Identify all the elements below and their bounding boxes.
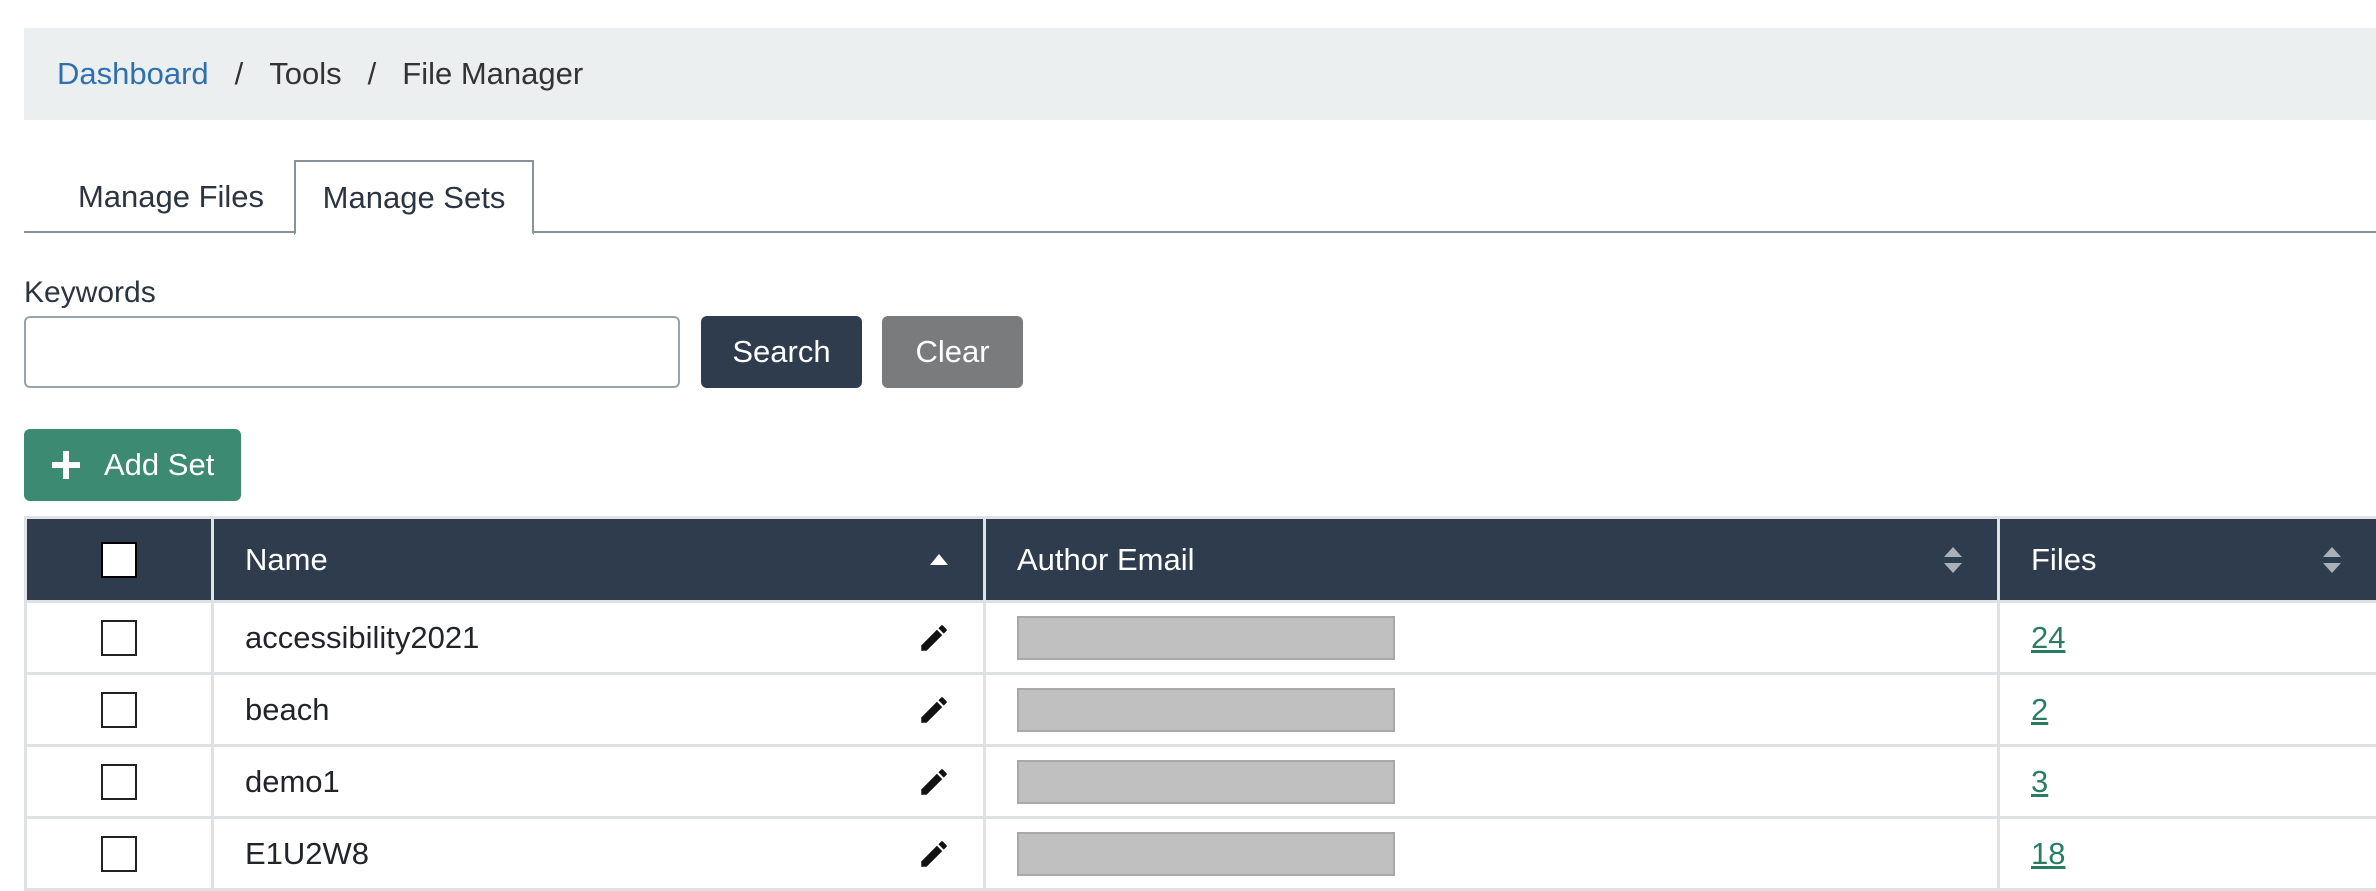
author-email-redacted [1017, 760, 1395, 804]
column-header-files[interactable]: Files [1999, 518, 2376, 602]
table-header-row: Name Author Email Files [26, 518, 2376, 602]
breadcrumb-current: File Manager [402, 56, 583, 92]
column-header-name-label: Name [214, 542, 328, 577]
row-select-cell [26, 674, 213, 746]
files-count-link[interactable]: 18 [2000, 836, 2065, 871]
name-cell: beach [213, 674, 985, 746]
clear-button[interactable]: Clear [882, 316, 1023, 388]
row-checkbox[interactable] [101, 620, 137, 656]
set-name: beach [214, 692, 329, 727]
author-email-cell [985, 818, 1999, 890]
row-select-cell [26, 818, 213, 890]
table-row: E1U2W8 18 [26, 818, 2376, 890]
files-count-link[interactable]: 24 [2000, 620, 2065, 655]
select-all-checkbox[interactable] [101, 542, 137, 578]
breadcrumb-separator: / [235, 56, 244, 92]
column-header-files-label: Files [2000, 542, 2096, 577]
author-email-cell [985, 674, 1999, 746]
plus-icon [50, 449, 82, 481]
author-email-cell [985, 602, 1999, 674]
keywords-label: Keywords [24, 276, 156, 310]
name-cell: demo1 [213, 746, 985, 818]
files-cell: 2 [1999, 674, 2376, 746]
set-name: E1U2W8 [214, 836, 369, 871]
row-checkbox[interactable] [101, 764, 137, 800]
pencil-icon[interactable] [917, 765, 951, 799]
table-row: accessibility2021 24 [26, 602, 2376, 674]
breadcrumb: Dashboard / Tools / File Manager [24, 28, 2376, 120]
tab-bar: Manage Files Manage Sets [24, 160, 2376, 233]
author-email-redacted [1017, 616, 1395, 660]
files-count-link[interactable]: 3 [2000, 764, 2048, 799]
add-set-label: Add Set [104, 447, 214, 483]
name-cell: E1U2W8 [213, 818, 985, 890]
sort-asc-icon [929, 553, 949, 567]
pencil-icon[interactable] [917, 693, 951, 727]
row-select-cell [26, 746, 213, 818]
row-checkbox[interactable] [101, 692, 137, 728]
sort-both-icon [1943, 546, 1963, 574]
pencil-icon[interactable] [917, 621, 951, 655]
set-name: accessibility2021 [214, 620, 479, 655]
sort-both-icon [2322, 546, 2342, 574]
search-button[interactable]: Search [701, 316, 862, 388]
author-email-cell [985, 746, 1999, 818]
breadcrumb-dashboard-link[interactable]: Dashboard [57, 56, 209, 92]
column-header-author-email-label: Author Email [986, 542, 1194, 577]
row-select-cell [26, 602, 213, 674]
tab-manage-sets[interactable]: Manage Sets [294, 160, 534, 235]
tab-manage-files[interactable]: Manage Files [64, 160, 278, 233]
author-email-redacted [1017, 832, 1395, 876]
column-header-name[interactable]: Name [213, 518, 985, 602]
files-count-link[interactable]: 2 [2000, 692, 2048, 727]
table-row: demo1 3 [26, 746, 2376, 818]
sets-table: Name Author Email Files [24, 516, 2376, 891]
files-cell: 3 [1999, 746, 2376, 818]
name-cell: accessibility2021 [213, 602, 985, 674]
table-row: beach 2 [26, 674, 2376, 746]
breadcrumb-tools: Tools [269, 56, 341, 92]
pencil-icon[interactable] [917, 837, 951, 871]
files-cell: 18 [1999, 818, 2376, 890]
author-email-redacted [1017, 688, 1395, 732]
select-all-header [26, 518, 213, 602]
file-manager-page: Dashboard / Tools / File Manager Manage … [0, 0, 2376, 888]
breadcrumb-separator: / [368, 56, 377, 92]
set-name: demo1 [214, 764, 340, 799]
column-header-author-email[interactable]: Author Email [985, 518, 1999, 602]
add-set-button[interactable]: Add Set [24, 429, 241, 501]
row-checkbox[interactable] [101, 836, 137, 872]
keywords-input[interactable] [24, 316, 680, 388]
files-cell: 24 [1999, 602, 2376, 674]
